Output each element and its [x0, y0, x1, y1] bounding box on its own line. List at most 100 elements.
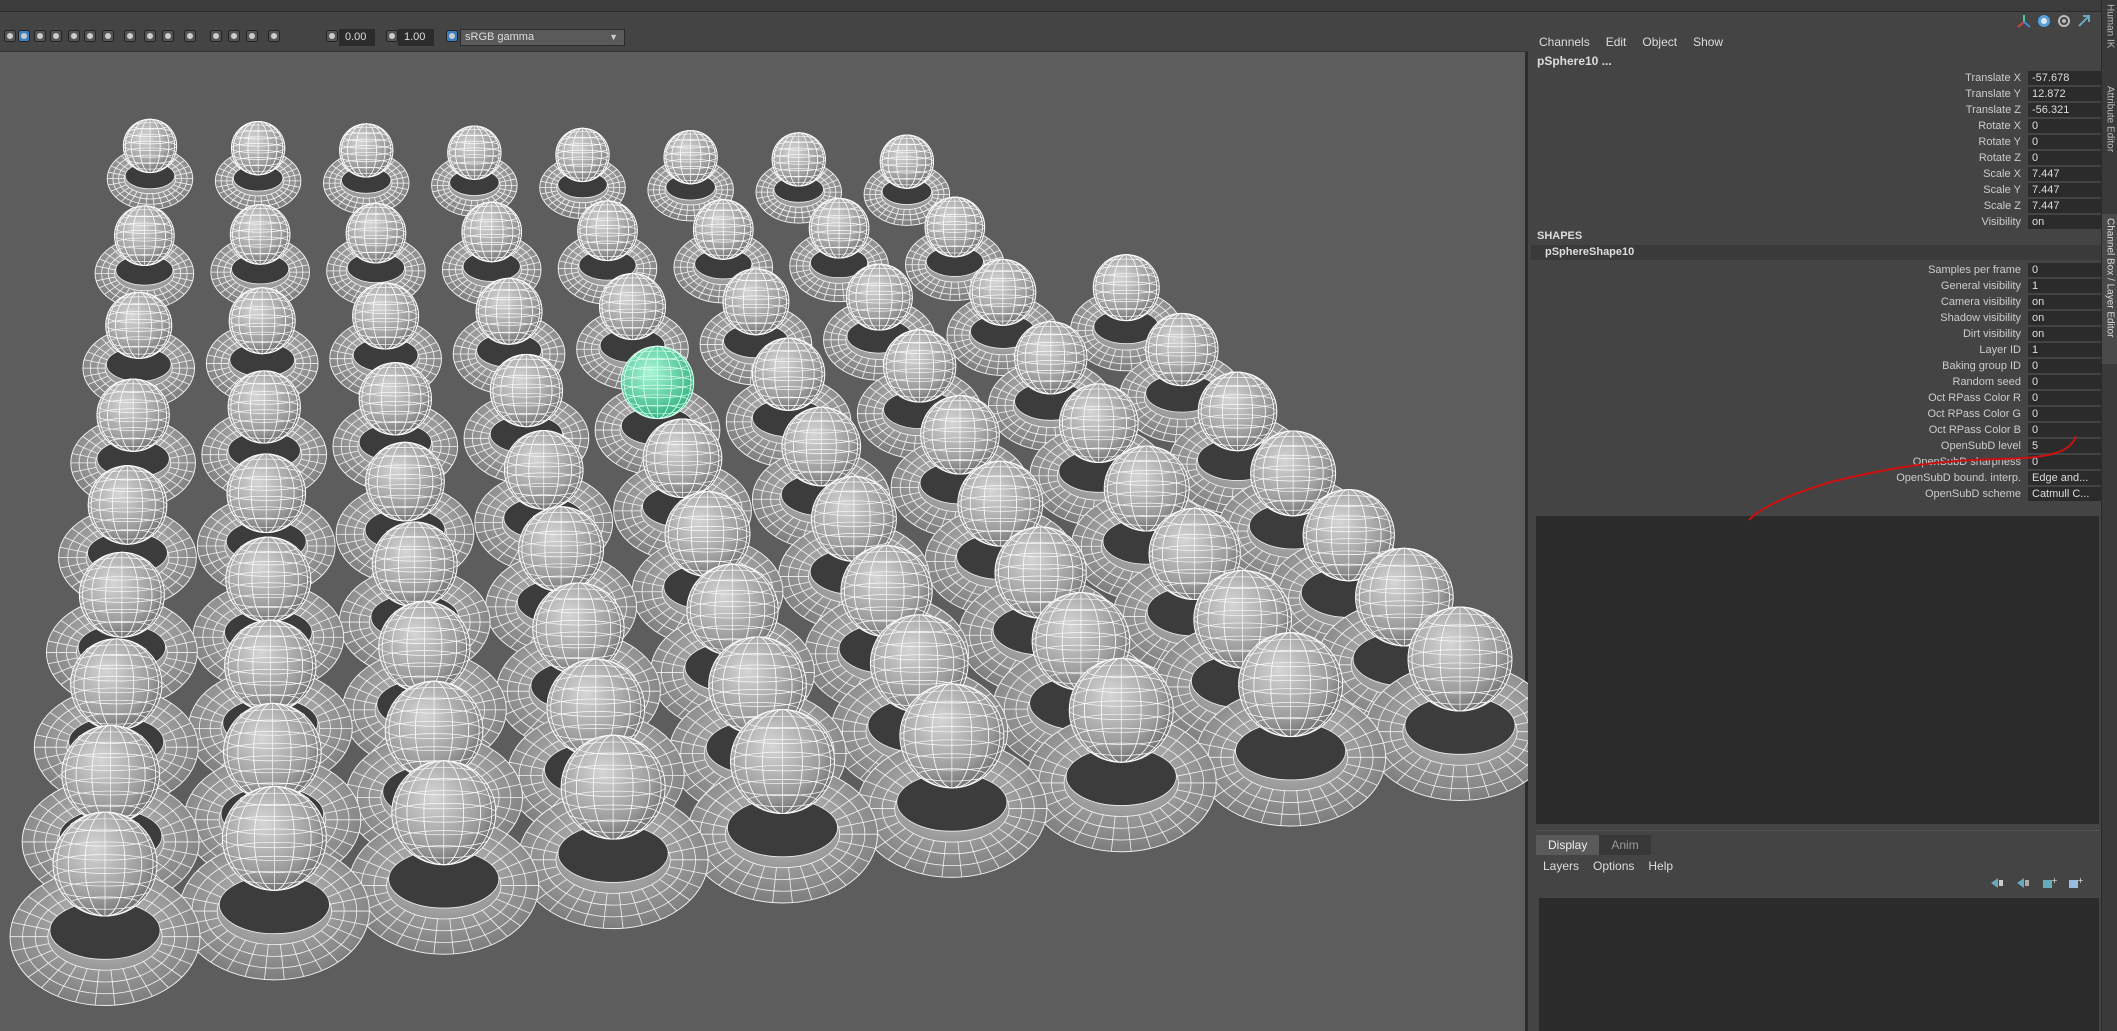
- sphere-mesh[interactable]: [447, 125, 502, 180]
- sphere-mesh[interactable]: [751, 337, 826, 411]
- axis-icon[interactable]: [2017, 14, 2031, 28]
- attr-label[interactable]: OpenSubD level: [1941, 438, 2021, 454]
- shape-node-name[interactable]: pSphereShape10: [1531, 245, 2101, 260]
- move-layer-up-icon[interactable]: [1989, 876, 2005, 890]
- sphere-mesh[interactable]: [781, 406, 862, 487]
- globe-icon[interactable]: [2037, 14, 2051, 28]
- sphere-mesh[interactable]: [1238, 632, 1344, 738]
- sphere-mesh[interactable]: [52, 811, 158, 917]
- attr-value-field[interactable]: 0: [2028, 391, 2101, 405]
- shaded-icon[interactable]: [34, 30, 46, 42]
- attr-value-field[interactable]: 7.447: [2028, 199, 2101, 213]
- attr-value-field[interactable]: 0: [2028, 455, 2101, 469]
- attr-value-field[interactable]: 0: [2028, 135, 2101, 149]
- sphere-mesh[interactable]: [518, 506, 605, 593]
- camera-icon[interactable]: [4, 30, 16, 42]
- move-layer-down-icon[interactable]: [2015, 876, 2031, 890]
- side-tab-human-ik[interactable]: Human IK: [2102, 0, 2117, 80]
- attr-label[interactable]: Layer ID: [1979, 342, 2021, 358]
- shadow-icon[interactable]: [102, 30, 114, 42]
- sphere-mesh[interactable]: [358, 362, 432, 436]
- attr-value-field[interactable]: 0: [2028, 407, 2101, 421]
- sphere-mesh[interactable]: [899, 683, 1005, 789]
- resolution-gate-icon[interactable]: [228, 30, 240, 42]
- sphere-mesh[interactable]: [642, 418, 723, 499]
- sphere-mesh[interactable]: [114, 205, 175, 267]
- attr-value-field[interactable]: Edge and...: [2028, 471, 2101, 485]
- sphere-mesh[interactable]: [105, 291, 173, 359]
- attr-label[interactable]: Translate Z: [1966, 102, 2021, 118]
- sphere-mesh[interactable]: [226, 453, 307, 534]
- sphere-mesh[interactable]: [730, 709, 835, 814]
- sphere-mesh[interactable]: [122, 118, 178, 174]
- menu-show[interactable]: Show: [1685, 32, 1731, 52]
- attr-label[interactable]: Oct RPass Color G: [1927, 406, 2021, 422]
- attr-value-field[interactable]: 0: [2028, 423, 2101, 437]
- attr-label[interactable]: OpenSubD scheme: [1925, 486, 2021, 502]
- attr-label[interactable]: OpenSubD bound. interp.: [1896, 470, 2021, 486]
- sphere-mesh[interactable]: [230, 120, 286, 176]
- sphere-mesh[interactable]: [577, 200, 638, 262]
- sphere-mesh[interactable]: [87, 465, 168, 545]
- sphere-mesh[interactable]: [503, 430, 584, 510]
- sphere-mesh[interactable]: [228, 287, 296, 355]
- gear-icon[interactable]: [2057, 14, 2071, 28]
- safe-frame-icon[interactable]: [268, 30, 280, 42]
- sphere-mesh[interactable]: [692, 199, 754, 260]
- attr-value-field[interactable]: 0: [2028, 375, 2101, 389]
- menu-channels[interactable]: Channels: [1531, 32, 1598, 52]
- attr-label[interactable]: Samples per frame: [1928, 262, 2021, 278]
- xray-icon[interactable]: [184, 30, 196, 42]
- new-layer-icon[interactable]: +: [2041, 876, 2058, 890]
- attr-value-field[interactable]: 1: [2028, 279, 2101, 293]
- sphere-mesh[interactable]: [808, 197, 870, 259]
- sphere-mesh[interactable]: [227, 370, 301, 444]
- sphere-mesh[interactable]: [70, 638, 163, 731]
- sphere-mesh[interactable]: [663, 129, 718, 185]
- sphere-mesh[interactable]: [78, 551, 165, 638]
- attr-label[interactable]: Translate Y: [1965, 86, 2021, 102]
- menu-object[interactable]: Object: [1634, 32, 1685, 52]
- attr-value-field[interactable]: 0: [2028, 263, 2101, 277]
- gamma-icon[interactable]: [386, 30, 398, 42]
- sphere-mesh[interactable]: [883, 329, 957, 403]
- sphere-mesh[interactable]: [221, 785, 327, 891]
- tab-display[interactable]: Display: [1536, 835, 1600, 855]
- sphere-mesh[interactable]: [391, 760, 497, 866]
- attr-value-field[interactable]: 1: [2028, 343, 2101, 357]
- sphere-mesh[interactable]: [1092, 254, 1160, 322]
- wireframe-icon[interactable]: [50, 30, 62, 42]
- sphere-mesh[interactable]: [229, 204, 291, 265]
- sphere-mesh[interactable]: [1197, 371, 1278, 452]
- attr-value-field[interactable]: on: [2028, 215, 2101, 229]
- attr-value-field[interactable]: on: [2028, 295, 2101, 309]
- attr-value-field[interactable]: 12.872: [2028, 87, 2101, 101]
- attr-label[interactable]: Rotate Y: [1978, 134, 2021, 150]
- side-tab-channel-box-layer-editor[interactable]: Channel Box / Layer Editor: [2102, 214, 2117, 364]
- attr-label[interactable]: General visibility: [1941, 278, 2021, 294]
- sphere-mesh[interactable]: [924, 196, 986, 258]
- attr-value-field[interactable]: Catmull C...: [2028, 487, 2101, 501]
- sphere-mesh[interactable]: [920, 394, 1000, 475]
- attr-value-field[interactable]: 7.447: [2028, 183, 2101, 197]
- menu-edit[interactable]: Edit: [1598, 32, 1635, 52]
- attr-label[interactable]: Shadow visibility: [1940, 310, 2021, 326]
- attr-value-field[interactable]: -57.678: [2028, 71, 2101, 85]
- attr-label[interactable]: OpenSubD sharpness: [1913, 454, 2021, 470]
- exposure-field[interactable]: 0.00: [339, 29, 375, 46]
- sphere-mesh[interactable]: [365, 441, 445, 522]
- attr-value-field[interactable]: 7.447: [2028, 167, 2101, 181]
- sphere-mesh[interactable]: [461, 201, 523, 263]
- sphere-mesh[interactable]: [339, 123, 394, 178]
- sphere-mesh[interactable]: [224, 619, 317, 712]
- menu-layers[interactable]: Layers: [1543, 857, 1593, 875]
- textured-icon[interactable]: [68, 30, 80, 42]
- attr-value-field[interactable]: 0: [2028, 151, 2101, 165]
- sphere-mesh[interactable]: [532, 582, 625, 675]
- sphere-mesh[interactable]: [225, 536, 312, 623]
- attr-value-field[interactable]: on: [2028, 327, 2101, 341]
- viewport-panel[interactable]: 0.00 1.00 sRGB gamma ▼: [0, 12, 1528, 1031]
- attr-value-field[interactable]: 0: [2028, 119, 2101, 133]
- attr-label[interactable]: Baking group ID: [1942, 358, 2021, 374]
- xray-joints-icon[interactable]: [210, 30, 222, 42]
